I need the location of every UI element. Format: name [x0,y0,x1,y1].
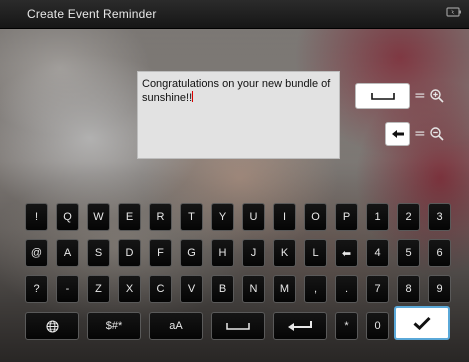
globe-key[interactable] [25,312,79,340]
key-0-4[interactable]: R [149,203,172,231]
key-0-8[interactable]: I [273,203,296,231]
key-0-11[interactable]: 1 [366,203,389,231]
key-2-2[interactable]: Z [87,275,110,303]
zoom-in-icon [430,89,444,103]
key-2-11[interactable]: 7 [366,275,389,303]
key-0-9[interactable]: O [304,203,327,231]
key-1-9[interactable]: L [304,239,327,267]
key-0-3[interactable]: E [118,203,141,231]
key-1-13[interactable]: 6 [428,239,451,267]
zoom-in-equals: = [414,88,426,104]
key-1-12[interactable]: 5 [397,239,420,267]
key-1-7[interactable]: J [242,239,265,267]
star-key[interactable]: * [335,312,358,340]
enter-key[interactable] [273,312,327,340]
zero-key[interactable]: 0 [366,312,389,340]
key-0-6[interactable]: Y [211,203,234,231]
enter-icon [288,321,312,331]
space-key[interactable] [211,312,265,340]
key-1-4[interactable]: F [149,239,172,267]
key-1-8[interactable]: K [273,239,296,267]
key-2-10[interactable]: . [335,275,358,303]
space-icon [226,322,250,330]
key-2-5[interactable]: V [180,275,203,303]
key-0-0[interactable]: ! [25,203,48,231]
key-2-7[interactable]: N [242,275,265,303]
key-0-5[interactable]: T [180,203,203,231]
key-2-13[interactable]: 9 [428,275,451,303]
case-toggle-key[interactable]: aA [149,312,203,340]
backspace-preview-key[interactable] [385,122,410,146]
ok-key[interactable] [394,306,450,340]
event-text-value: Congratulations on your new bundle of su… [142,78,331,104]
event-text-input[interactable]: Congratulations on your new bundle of su… [137,71,340,159]
space-preview-key[interactable] [355,83,410,109]
key-0-12[interactable]: 2 [397,203,420,231]
key-1-5[interactable]: G [180,239,203,267]
key-2-0[interactable]: ? [25,275,48,303]
key-1-1[interactable]: A [56,239,79,267]
symbols-key[interactable]: $#* [87,312,141,340]
key-0-7[interactable]: U [242,203,265,231]
key-2-8[interactable]: M [273,275,296,303]
key-0-1[interactable]: Q [56,203,79,231]
space-icon [370,93,395,100]
backspace-key[interactable]: ⬅ [335,239,358,267]
window-title: Create Event Reminder [27,7,157,21]
key-2-9[interactable]: , [304,275,327,303]
key-1-3[interactable]: D [118,239,141,267]
key-1-0[interactable]: @ [25,239,48,267]
key-0-13[interactable]: 3 [428,203,451,231]
battery-plug-icon [446,7,461,17]
key-2-1[interactable]: - [56,275,79,303]
key-2-4[interactable]: C [149,275,172,303]
key-0-2[interactable]: W [87,203,110,231]
zoom-out-control[interactable]: = [414,124,445,144]
key-2-6[interactable]: B [211,275,234,303]
text-caret [192,91,194,102]
key-2-3[interactable]: X [118,275,141,303]
key-2-12[interactable]: 8 [397,275,420,303]
title-bar: Create Event Reminder [0,0,469,29]
backspace-icon [391,130,404,138]
globe-icon [45,319,59,333]
key-1-6[interactable]: H [211,239,234,267]
zoom-out-equals: = [414,126,426,142]
zoom-in-control[interactable]: = [414,86,445,106]
key-1-2[interactable]: S [87,239,110,267]
key-1-11[interactable]: 4 [366,239,389,267]
key-0-10[interactable]: P [335,203,358,231]
checkmark-icon [413,316,431,330]
zoom-out-icon [430,127,444,141]
